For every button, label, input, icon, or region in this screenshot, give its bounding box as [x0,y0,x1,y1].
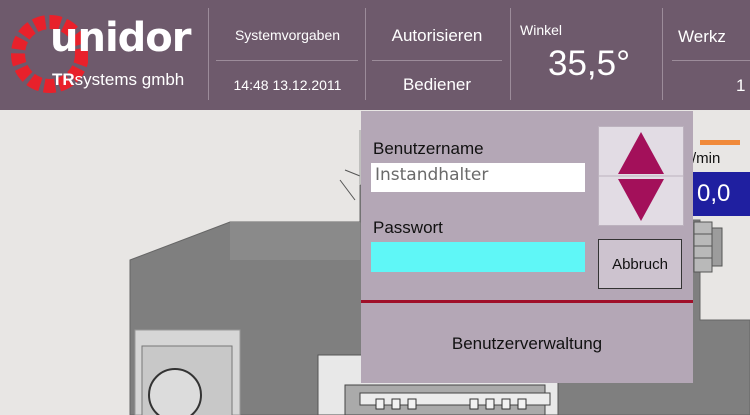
username-label: Benutzername [373,139,484,158]
autorisieren-button[interactable]: Autorisieren [366,26,508,46]
unidor-logo: unidor TRsystems gmbh [8,8,204,100]
header-divider [510,8,511,100]
header-divider [672,60,750,61]
username-field[interactable]: Instandhalter [371,163,585,192]
user-scroll-control [598,126,684,226]
cancel-button[interactable]: Abbruch [598,239,682,289]
logo-subtitle: TRsystems gmbh [52,70,185,89]
header-bar: unidor TRsystems gmbh Systemvorgaben 14:… [0,0,750,110]
bediener-button[interactable]: Bediener [366,75,508,95]
logo-brand: unidor [50,15,192,61]
password-field[interactable] [371,242,585,272]
werkzeug-button[interactable]: Werkz [678,27,726,47]
header-divider [216,60,358,61]
user-management-button[interactable]: Benutzerverwaltung [361,304,693,383]
arrow-up-icon[interactable] [618,132,664,174]
header-divider [208,8,209,100]
arrow-down-icon[interactable] [618,179,664,221]
header-divider [372,60,502,61]
winkel-value: 35,5° [548,44,631,83]
werkzeug-value: 1 [736,76,746,95]
winkel-label: Winkel [520,22,563,38]
systemvorgaben-button[interactable]: Systemvorgaben [210,27,365,43]
dialog-divider [361,300,693,303]
header-divider [662,8,663,100]
login-dialog: Benutzername Instandhalter Passwort Abbr… [361,111,693,383]
speed-unit-label: /min [692,150,721,167]
speed-value: 0,0 [691,172,750,216]
password-label: Passwort [373,218,443,237]
datetime-display: 14:48 13.12.2011 [233,77,342,93]
